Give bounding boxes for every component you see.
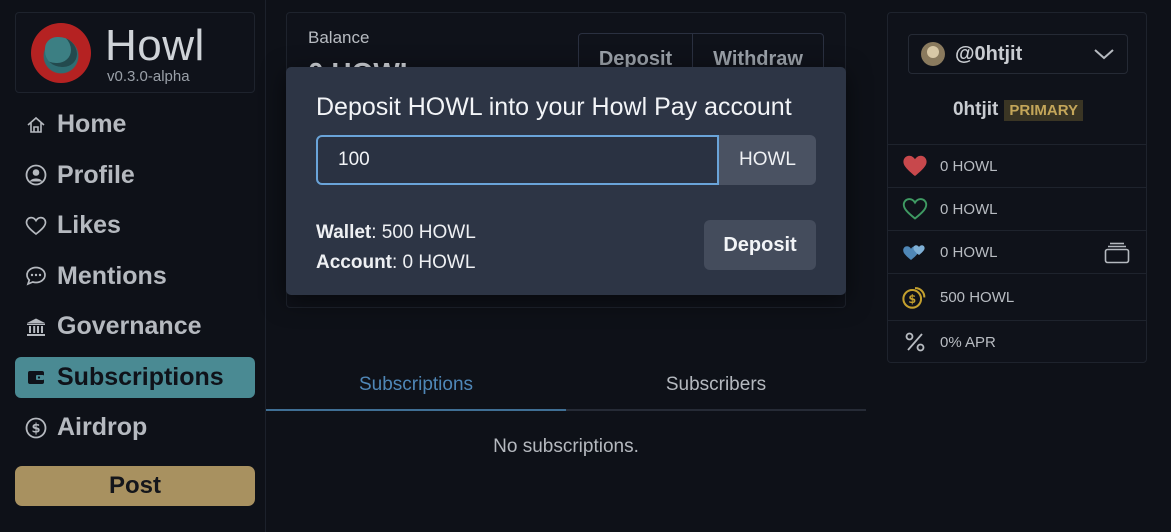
deposit-amount-input[interactable]	[316, 135, 719, 185]
account-value: : 0 HOWL	[392, 252, 476, 273]
account-label: Account	[316, 252, 392, 273]
brand-version: v0.3.0-alpha	[107, 68, 190, 85]
modal-deposit-button[interactable]: Deposit	[704, 220, 816, 270]
tab-subscribers[interactable]: Subscribers	[566, 360, 866, 411]
nav-item-profile[interactable]: Profile	[15, 155, 255, 196]
stat-value: 0% APR	[940, 333, 996, 351]
heart-outline-icon	[902, 196, 928, 222]
coins-icon: $	[902, 284, 928, 310]
stat-row-apr: 0% APR	[888, 320, 1146, 363]
tab-subscriptions[interactable]: Subscriptions	[266, 360, 566, 411]
heart-icon	[25, 215, 47, 237]
percent-icon	[902, 329, 928, 355]
stat-value: 0 HOWL	[940, 157, 998, 175]
account-handle: @0htjit	[955, 42, 1023, 65]
account-name-row: 0htjit PRIMARY	[888, 99, 1148, 121]
bank-icon	[25, 316, 47, 338]
balance-info: Wallet: 500 HOWL Account: 0 HOWL	[316, 218, 476, 278]
svg-text:$: $	[31, 421, 40, 436]
nav-item-mentions[interactable]: Mentions	[15, 256, 255, 297]
wallet-line: Wallet: 500 HOWL	[316, 218, 476, 248]
nav-item-airdrop[interactable]: $ Airdrop	[15, 407, 255, 448]
sidebar: Howl v0.3.0-alpha Home Profile Likes Men…	[0, 0, 266, 532]
user-circle-icon	[25, 164, 47, 186]
sidebar-nav: Home Profile Likes Mentions Governance S…	[15, 104, 255, 458]
account-selector[interactable]: @0htjit	[908, 34, 1128, 74]
subscriptions-tabs: Subscriptions Subscribers	[266, 360, 866, 411]
balance-label: Balance	[308, 28, 370, 47]
nav-label-airdrop: Airdrop	[57, 413, 148, 441]
stat-row-likes-received: 0 HOWL	[888, 144, 1146, 187]
account-name: 0htjit	[952, 99, 999, 120]
nav-item-subscriptions[interactable]: Subscriptions	[15, 356, 255, 398]
nav-label-subscriptions: Subscriptions	[57, 362, 224, 391]
wallet-label: Wallet	[316, 222, 372, 243]
deposit-modal: Deposit HOWL into your Howl Pay account …	[286, 67, 846, 295]
primary-badge: PRIMARY	[1004, 99, 1083, 121]
brand-card[interactable]: Howl v0.3.0-alpha	[15, 12, 255, 93]
nav-item-likes[interactable]: Likes	[15, 205, 255, 246]
avatar	[921, 42, 945, 66]
modal-title: Deposit HOWL into your Howl Pay account	[316, 93, 792, 121]
svg-text:$: $	[908, 293, 916, 306]
hearts-icon	[902, 239, 928, 265]
account-line: Account: 0 HOWL	[316, 248, 476, 278]
nav-label-likes: Likes	[57, 211, 121, 239]
wallet-value: : 500 HOWL	[371, 222, 476, 243]
heart-filled-icon	[902, 153, 928, 179]
stat-value: 0 HOWL	[940, 200, 998, 218]
stat-row-hearts: 0 HOWL	[888, 230, 1146, 273]
account-panel: @0htjit 0htjit PRIMARY 0 HOWL 0 HOWL 0 H…	[887, 12, 1147, 363]
nav-item-governance[interactable]: Governance	[15, 306, 255, 347]
unit-addon: HOWL	[719, 135, 816, 185]
stat-value: 0 HOWL	[940, 243, 998, 261]
nav-label-governance: Governance	[57, 312, 202, 340]
empty-message: No subscriptions.	[493, 436, 639, 457]
brand-name: Howl	[105, 21, 205, 70]
wallet-icon	[25, 366, 47, 388]
nav-label-profile: Profile	[57, 160, 135, 189]
coin-icon: $	[25, 417, 47, 439]
home-icon	[25, 114, 47, 136]
stat-row-coins: $ 500 HOWL	[888, 273, 1146, 320]
nav-label-home: Home	[57, 110, 127, 138]
post-button[interactable]: Post	[15, 466, 255, 506]
stat-row-likes-given: 0 HOWL	[888, 187, 1146, 230]
chevron-down-icon	[1093, 45, 1115, 68]
nav-item-home[interactable]: Home	[15, 104, 255, 145]
howl-logo	[31, 23, 91, 83]
stack-icon[interactable]	[1104, 242, 1130, 268]
nav-label-mentions: Mentions	[57, 261, 167, 290]
chat-bubble-icon	[25, 265, 47, 287]
stat-value: 500 HOWL	[940, 288, 1015, 306]
